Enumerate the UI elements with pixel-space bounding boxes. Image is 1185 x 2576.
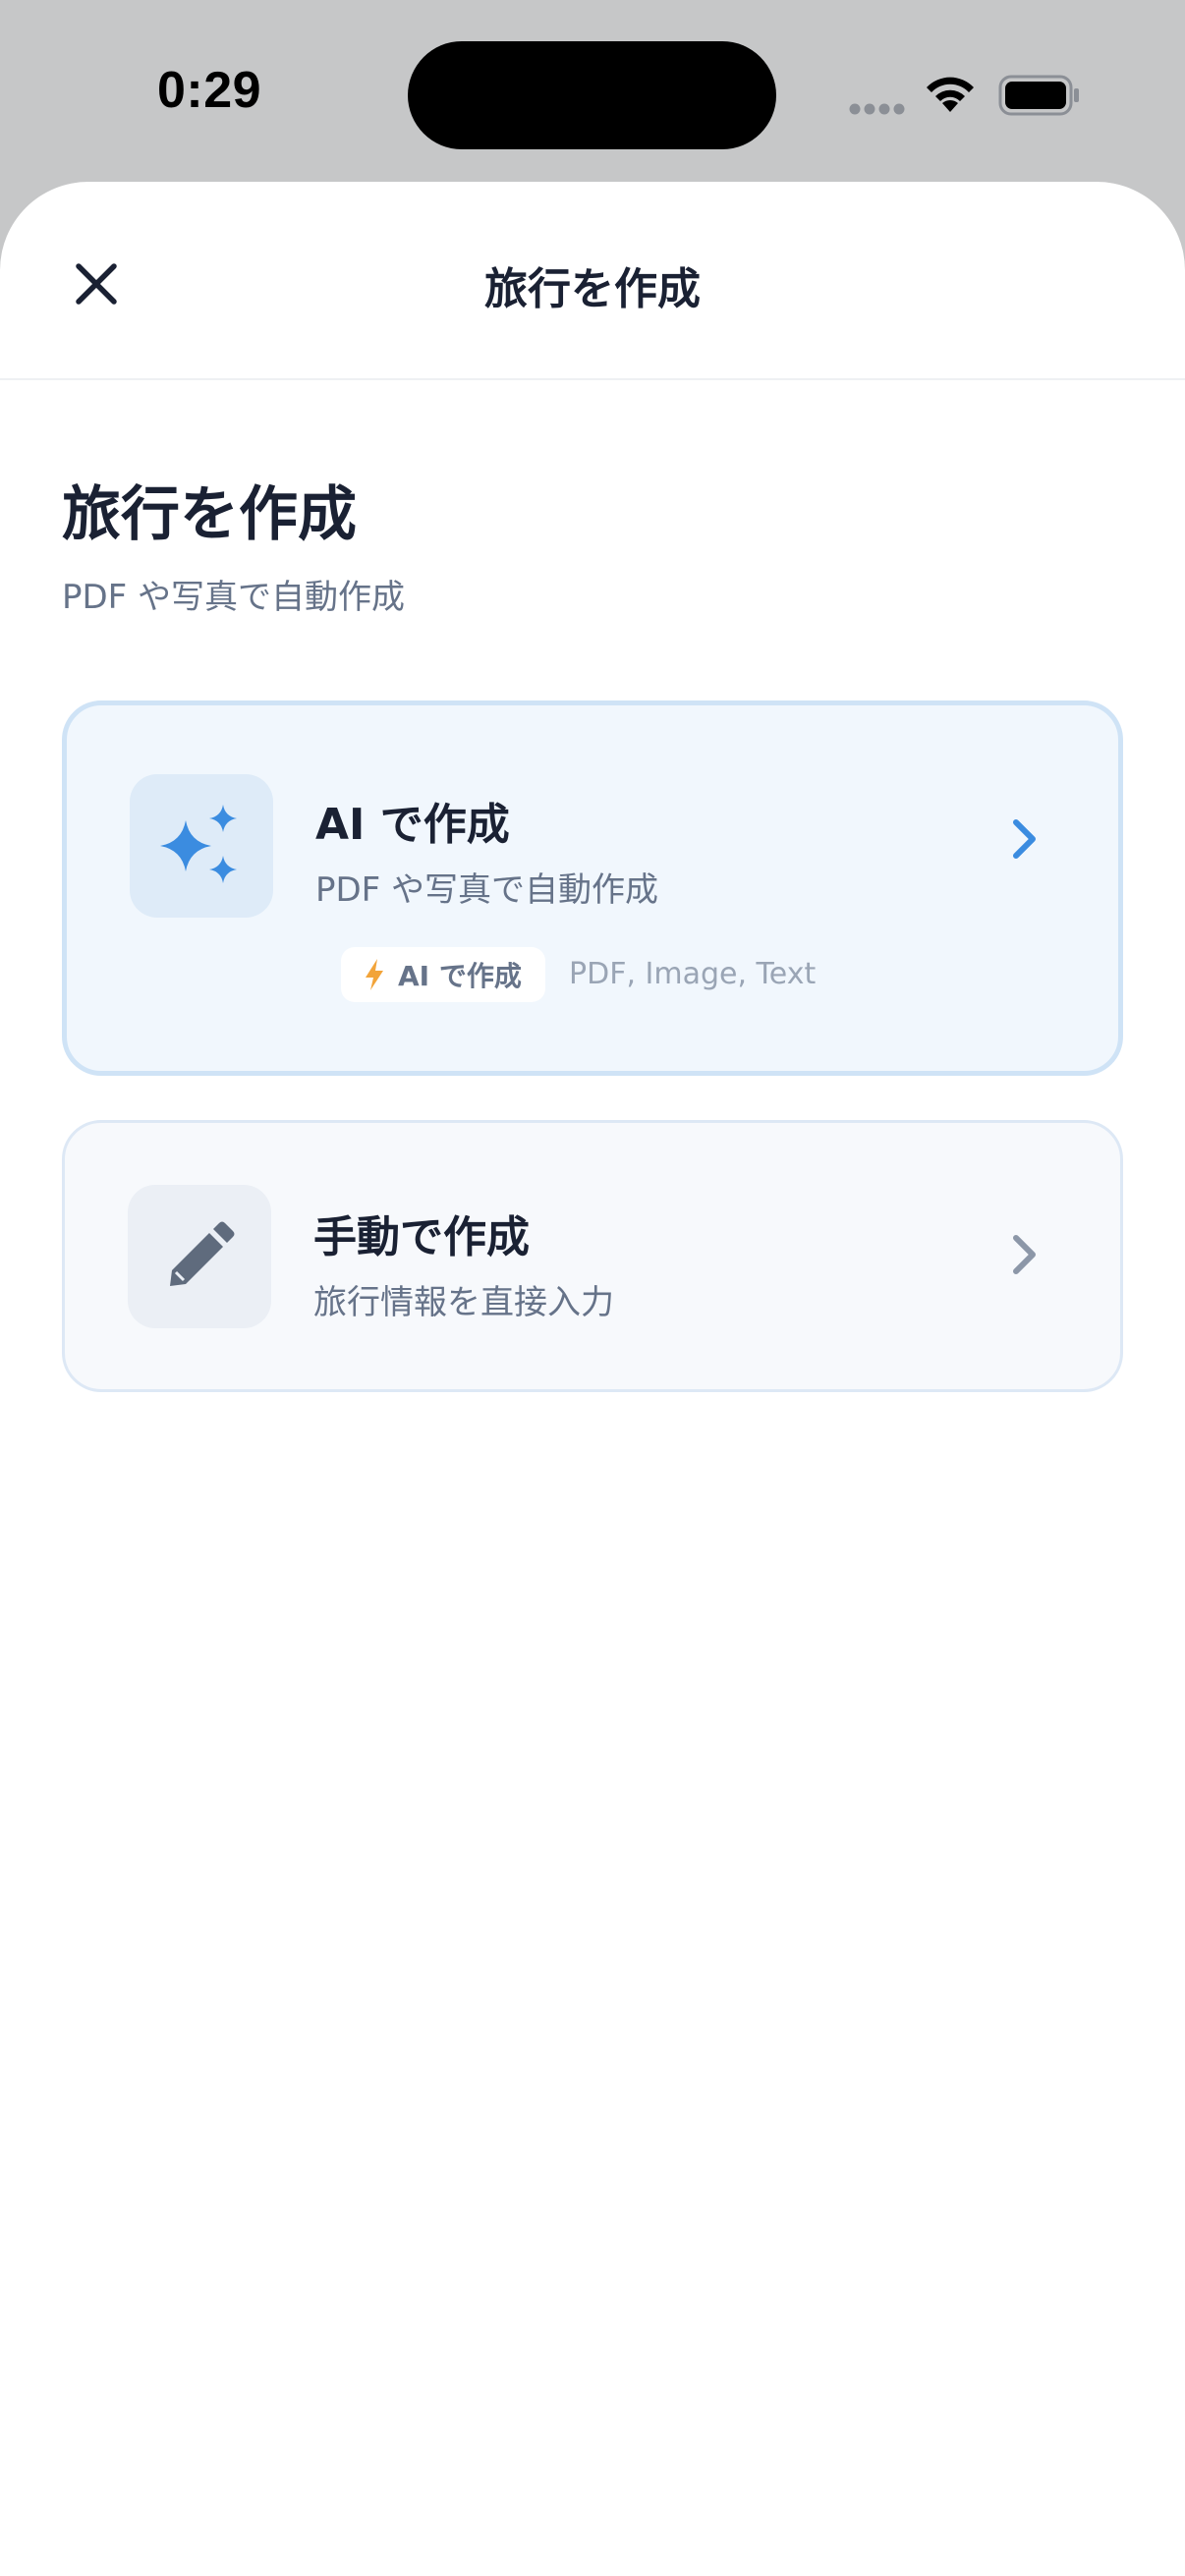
- battery-icon: [998, 75, 1079, 116]
- cellular-signal-icon: [849, 103, 905, 115]
- ai-card-description: PDF や写真で自動作成: [315, 870, 659, 910]
- wifi-icon: [927, 77, 974, 112]
- page-title: 旅行を作成: [62, 480, 357, 549]
- create-manually-card[interactable]: 手動で作成 旅行情報を直接入力: [62, 1120, 1123, 1392]
- create-trip-sheet: 旅行を作成 旅行を作成 PDF や写真で自動作成 AI で作成 PDF や写真で…: [0, 182, 1185, 2576]
- chevron-right-icon: [1013, 1235, 1036, 1274]
- supported-formats: PDF, Image, Text: [569, 957, 817, 991]
- sparkles-icon: [160, 805, 237, 883]
- pencil-icon: [170, 1221, 235, 1286]
- ai-feature-badge: AI で作成: [341, 947, 545, 1002]
- page-subtitle: PDF や写真で自動作成: [62, 578, 406, 617]
- ai-feature-badge-label: AI で作成: [398, 960, 522, 992]
- dynamic-island: [408, 41, 776, 149]
- create-with-ai-card[interactable]: AI で作成 PDF や写真で自動作成 AI で作成 PDF, Image, T…: [62, 700, 1123, 1076]
- ai-card-title: AI で作成: [315, 800, 510, 850]
- sheet-header: 旅行を作成: [0, 182, 1185, 380]
- manual-card-description: 旅行情報を直接入力: [313, 1283, 614, 1322]
- header-title: 旅行を作成: [484, 264, 701, 314]
- status-time: 0:29: [157, 62, 262, 119]
- manual-card-title: 手動で作成: [313, 1212, 530, 1262]
- chevron-right-icon: [1013, 819, 1036, 859]
- ai-icon-box: [130, 774, 273, 918]
- manual-icon-box: [128, 1185, 271, 1328]
- lightning-icon: [366, 959, 383, 990]
